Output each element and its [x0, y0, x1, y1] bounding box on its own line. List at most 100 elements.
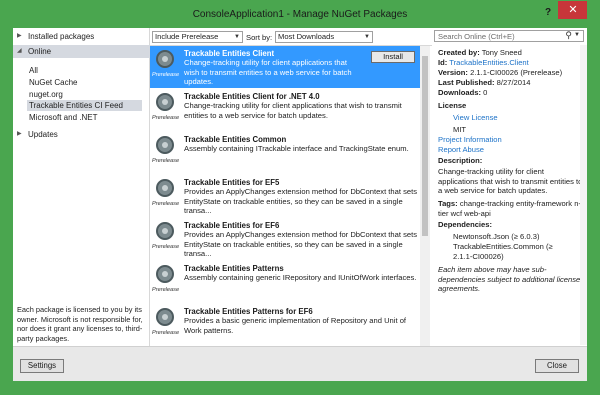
- sidebar-item-label: Online: [28, 47, 52, 56]
- chevron-down-icon: ▼: [364, 34, 370, 40]
- prerelease-tag: Prerelease: [152, 287, 180, 293]
- package-item[interactable]: Prerelease Trackable Entities for EF6 Pr…: [150, 218, 420, 260]
- search-input[interactable]: Search Online (Ctrl+E): [438, 32, 515, 41]
- details-scrollbar[interactable]: [580, 45, 587, 345]
- package-icon: [156, 50, 174, 68]
- package-details: Created by: Tony Sneed Id: TrackableEnti…: [432, 45, 587, 346]
- description-heading: Description:: [438, 156, 483, 165]
- package-icon: [156, 222, 174, 240]
- nuget-dialog: ConsoleApplication1 - Manage NuGet Packa…: [0, 0, 600, 395]
- window-close-button[interactable]: ✕: [558, 1, 588, 19]
- prerelease-tag: Prerelease: [152, 72, 180, 78]
- package-id-link[interactable]: TrackableEntities.Client: [449, 58, 529, 67]
- sidebar-item-online[interactable]: ◢ Online: [13, 45, 150, 58]
- dialog-client: ▶ Installed packages ◢ Online All NuGet …: [13, 28, 587, 381]
- package-name: Trackable Entities Patterns: [184, 264, 284, 273]
- package-description: Change-tracking utility for client appli…: [184, 58, 352, 87]
- source-microsoft-dotnet[interactable]: Microsoft and .NET: [29, 112, 97, 123]
- prerelease-tag: Prerelease: [152, 330, 180, 336]
- created-by-row: Created by: Tony Sneed: [438, 48, 522, 58]
- button-bar: Settings Close: [13, 346, 587, 381]
- dropdown-value: Most Downloads: [278, 32, 335, 41]
- package-icon: [156, 136, 174, 154]
- collapse-arrow-icon: ◢: [17, 48, 22, 54]
- settings-button[interactable]: Settings: [20, 359, 64, 373]
- package-name: Trackable Entities Common: [184, 135, 287, 144]
- search-icon[interactable]: ⚲: [565, 30, 572, 41]
- version-row: Version: 2.1.1-CI00026 (Prerelease): [438, 68, 562, 78]
- package-name: Trackable Entities for EF5: [184, 178, 280, 187]
- package-item[interactable]: Prerelease Trackable Entities Client for…: [150, 89, 420, 131]
- source-all[interactable]: All: [29, 65, 38, 76]
- sidebar-item-label: Updates: [28, 130, 58, 139]
- description-text: Change-tracking utility for client appli…: [438, 167, 583, 196]
- tags-label: Tags:: [438, 199, 458, 208]
- package-icon: [156, 265, 174, 283]
- package-name: Trackable Entities Client for .NET 4.0: [184, 92, 320, 101]
- id-row: Id: TrackableEntities.Client: [438, 58, 529, 68]
- chevron-down-icon[interactable]: ▼: [574, 32, 580, 38]
- sidebar: ▶ Installed packages ◢ Online All NuGet …: [13, 28, 150, 346]
- window-title: ConsoleApplication1 - Manage NuGet Packa…: [192, 9, 408, 20]
- dropdown-value: Include Prerelease: [155, 32, 219, 41]
- downloads-label: Downloads:: [438, 88, 482, 97]
- package-description: Assembly containing ITrackable interface…: [184, 144, 409, 153]
- package-name: Trackable Entities Patterns for EF6: [184, 307, 313, 316]
- license-disclaimer: Each package is licensed to you by its o…: [17, 305, 143, 343]
- prerelease-tag: Prerelease: [152, 244, 180, 250]
- version-label: Version:: [438, 68, 468, 77]
- created-by-value: Tony Sneed: [481, 48, 522, 57]
- package-icon: [156, 308, 174, 326]
- window-border-left: [0, 0, 13, 395]
- downloads-value: 0: [483, 88, 488, 97]
- package-item[interactable]: Prerelease Trackable Entities Patterns A…: [150, 261, 420, 303]
- chevron-down-icon: ▼: [234, 34, 240, 40]
- prerelease-tag: Prerelease: [152, 201, 180, 207]
- package-description: Provides an ApplyChanges extension metho…: [184, 187, 418, 216]
- package-list: Prerelease Trackable Entities Client Cha…: [150, 45, 432, 365]
- help-button[interactable]: ?: [541, 6, 555, 20]
- dependency-item: TrackableEntities.Common (≥ 2.1.1-CI0002…: [453, 242, 553, 261]
- package-description: Provides an ApplyChanges extension metho…: [184, 230, 418, 259]
- scrollbar-thumb[interactable]: [422, 56, 428, 236]
- package-description: Change-tracking utility for client appli…: [184, 101, 402, 120]
- source-nuget-org[interactable]: nuget.org: [29, 89, 63, 100]
- package-item[interactable]: Prerelease Trackable Entities Patterns f…: [150, 304, 420, 346]
- package-list-scrollbar[interactable]: [420, 46, 430, 346]
- tags-row: Tags: change-tracking entity-framework n…: [438, 199, 583, 218]
- install-button[interactable]: Install: [371, 51, 415, 63]
- license-type: MIT: [453, 125, 467, 134]
- tags-value: change-tracking entity-framework n-tier …: [438, 199, 581, 218]
- project-information-link[interactable]: Project Information: [438, 135, 502, 145]
- sidebar-item-installed[interactable]: ▶ Installed packages: [13, 30, 150, 43]
- title-bar: ConsoleApplication1 - Manage NuGet Packa…: [0, 0, 600, 28]
- package-description: Provides a basic generic implementation …: [184, 316, 407, 335]
- downloads-row: Downloads: 0: [438, 88, 487, 98]
- sidebar-item-updates[interactable]: ▶ Updates: [13, 128, 150, 141]
- package-item[interactable]: Prerelease Trackable Entities for EF5 Pr…: [150, 175, 420, 217]
- sort-dropdown[interactable]: Most Downloads ▼: [275, 31, 373, 43]
- package-item[interactable]: Prerelease Trackable Entities Common Ass…: [150, 132, 420, 174]
- expand-arrow-icon: ▶: [17, 131, 22, 137]
- source-nuget-cache[interactable]: NuGet Cache: [29, 77, 77, 88]
- package-item[interactable]: Prerelease Trackable Entities Client Cha…: [150, 46, 420, 88]
- sidebar-item-label: Installed packages: [28, 32, 95, 41]
- package-name: Trackable Entities for EF6: [184, 221, 280, 230]
- created-by-label: Created by:: [438, 48, 480, 57]
- package-icon: [156, 179, 174, 197]
- prerelease-tag: Prerelease: [152, 115, 180, 121]
- id-label: Id:: [438, 58, 448, 67]
- window-border-bottom: [0, 381, 600, 395]
- view-license-link[interactable]: View License: [453, 113, 498, 123]
- source-trackable-entities-ci-feed[interactable]: Trackable Entities CI Feed: [27, 100, 142, 111]
- report-abuse-link[interactable]: Report Abuse: [438, 145, 484, 155]
- version-value: 2.1.1-CI00026 (Prerelease): [470, 68, 563, 77]
- published-row: Last Published: 8/27/2014: [438, 78, 530, 88]
- dependencies-heading: Dependencies:: [438, 220, 493, 229]
- close-button[interactable]: Close: [535, 359, 579, 373]
- prerelease-filter-dropdown[interactable]: Include Prerelease ▼: [152, 31, 243, 43]
- package-icon: [156, 93, 174, 111]
- expand-arrow-icon: ▶: [17, 33, 22, 39]
- search-box[interactable]: Search Online (Ctrl+E) ⚲ ▼: [434, 30, 584, 42]
- published-value: 8/27/2014: [496, 78, 531, 87]
